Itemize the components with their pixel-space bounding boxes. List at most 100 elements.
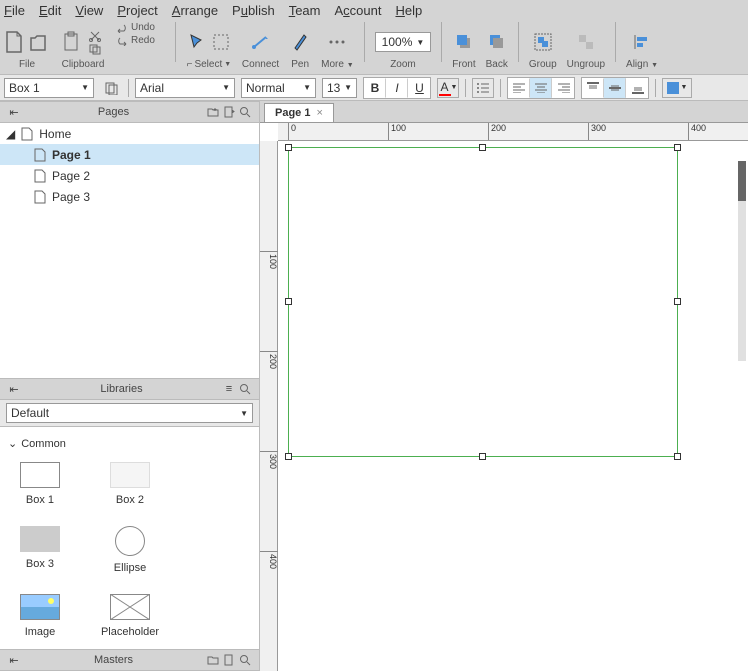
add-master-page-icon[interactable] (221, 652, 237, 668)
resize-handle-w[interactable] (285, 298, 292, 305)
menu-edit[interactable]: Edit (39, 3, 61, 18)
ungroup-icon (575, 31, 597, 53)
toolbar-clipboard-group: Clipboard (60, 22, 106, 70)
menu-view[interactable]: View (75, 3, 103, 18)
canvas-area: Page 1 × 0100200300400 100200300400 (260, 101, 748, 671)
library-item-box-1[interactable]: Box 1 (10, 462, 70, 506)
toolbar-more-group[interactable]: More ▼ (321, 22, 354, 70)
menu-file[interactable]: File (4, 3, 25, 18)
search-masters-icon[interactable] (237, 652, 253, 668)
format-toolbar: Box 1▼ Arial▼ Normal▼ 13▼ B I U A▼ ▼ (0, 75, 748, 101)
underline-button[interactable]: U (408, 78, 430, 98)
bold-button[interactable]: B (364, 78, 386, 98)
text-color-button[interactable]: A▼ (437, 78, 459, 98)
align-right-button[interactable] (552, 78, 574, 98)
selection-rectangle[interactable] (288, 147, 678, 457)
tree-page-item[interactable]: Page 1 (0, 144, 259, 165)
collapse-libs-icon[interactable]: ⇤ (6, 381, 22, 397)
group-icon (532, 31, 554, 53)
new-file-icon[interactable] (4, 31, 26, 53)
expand-icon: ◢ (6, 127, 15, 141)
scrollbar-thumb[interactable] (738, 161, 746, 201)
toolbar-file-label: File (19, 59, 35, 70)
zoom-dropdown[interactable]: 100%▼ (375, 32, 432, 52)
undo-button[interactable]: Undo (116, 22, 155, 33)
collapse-icon[interactable]: ⇤ (6, 104, 22, 120)
fill-color-button[interactable]: ▼ (662, 78, 692, 98)
library-item-placeholder[interactable]: Placeholder (100, 594, 160, 638)
main-toolbar: File Clipboard Undo Redo ⌐Select▼ Connec… (0, 20, 748, 75)
align-center-button[interactable] (530, 78, 552, 98)
menu-arrange[interactable]: Arrange (172, 3, 218, 18)
copy-icon[interactable] (84, 43, 106, 55)
collapse-masters-icon[interactable]: ⇤ (6, 652, 22, 668)
back-icon (486, 31, 508, 53)
page-tab[interactable]: Page 1 × (264, 103, 334, 122)
front-icon (453, 31, 475, 53)
page-icon (34, 190, 46, 204)
library-item-image[interactable]: Image (10, 594, 70, 638)
add-folder-icon[interactable] (205, 104, 221, 120)
search-libs-icon[interactable] (237, 381, 253, 397)
left-panel: ⇤ Pages ◢ Home Page 1Page 2Page 3 ⇤ Libr… (0, 101, 260, 671)
search-pages-icon[interactable] (237, 104, 253, 120)
resize-handle-e[interactable] (674, 298, 681, 305)
toolbar-connect-group[interactable]: Connect (242, 22, 279, 70)
menu-project[interactable]: Project (117, 3, 157, 18)
resize-handle-nw[interactable] (285, 144, 292, 151)
valign-top-button[interactable] (582, 78, 604, 98)
menu-account[interactable]: Account (335, 3, 382, 18)
add-master-icon[interactable] (205, 652, 221, 668)
resize-handle-s[interactable] (479, 453, 486, 460)
connect-icon (250, 31, 272, 53)
toolbar-ungroup-group[interactable]: Ungroup (567, 22, 605, 70)
bullet-list-button[interactable] (472, 78, 494, 98)
cut-icon[interactable] (84, 30, 106, 42)
italic-button[interactable]: I (386, 78, 408, 98)
resize-handle-n[interactable] (479, 144, 486, 151)
resize-handle-se[interactable] (674, 453, 681, 460)
font-size-dropdown[interactable]: 13▼ (322, 78, 357, 98)
menu-help[interactable]: Help (395, 3, 422, 18)
tree-page-item[interactable]: Page 2 (0, 165, 259, 186)
toolbar-group-group[interactable]: Group (529, 22, 557, 70)
lib-section-common[interactable]: ⌄Common (6, 433, 253, 454)
library-item-ellipse[interactable]: Ellipse (100, 526, 160, 574)
copy-style-icon[interactable] (100, 78, 122, 98)
paste-icon[interactable] (60, 31, 82, 53)
menu-publish[interactable]: Publish (232, 3, 275, 18)
ruler-vertical: 100200300400 (260, 141, 278, 671)
redo-button[interactable]: Redo (116, 35, 155, 46)
add-page-icon[interactable] (221, 104, 237, 120)
page-icon (34, 169, 46, 183)
resize-handle-ne[interactable] (674, 144, 681, 151)
pages-tree: ◢ Home Page 1Page 2Page 3 (0, 123, 259, 378)
toolbar-select-group[interactable]: ⌐Select▼ (186, 22, 232, 70)
library-dropdown[interactable]: Default▼ (6, 403, 253, 423)
toolbar-front-group[interactable]: Front (452, 22, 475, 70)
library-select-row: Default▼ (0, 400, 259, 427)
open-file-icon[interactable] (28, 31, 50, 53)
valign-middle-button[interactable] (604, 78, 626, 98)
toolbar-pen-group[interactable]: Pen (289, 22, 311, 70)
font-weight-dropdown[interactable]: Normal▼ (241, 78, 316, 98)
valign-bottom-button[interactable] (626, 78, 648, 98)
font-family-dropdown[interactable]: Arial▼ (135, 78, 235, 98)
toolbar-align-group[interactable]: Align ▼ (626, 22, 658, 70)
lib-menu-icon[interactable]: ≡ (221, 381, 237, 397)
align-left-button[interactable] (508, 78, 530, 98)
scrollbar-vertical[interactable] (738, 161, 746, 361)
tree-page-item[interactable]: Page 3 (0, 186, 259, 207)
menu-team[interactable]: Team (289, 3, 321, 18)
resize-handle-sw[interactable] (285, 453, 292, 460)
shape-name-dropdown[interactable]: Box 1▼ (4, 78, 94, 98)
page-icon (34, 148, 46, 162)
toolbar-clipboard-label: Clipboard (62, 59, 105, 70)
toolbar-file-group: File (4, 22, 50, 70)
library-item-box-2[interactable]: Box 2 (100, 462, 160, 506)
toolbar-back-group[interactable]: Back (486, 22, 508, 70)
canvas[interactable] (278, 141, 748, 671)
library-item-box-3[interactable]: Box 3 (10, 526, 70, 574)
close-tab-icon[interactable]: × (316, 107, 322, 119)
tree-root-home[interactable]: ◢ Home (0, 123, 259, 144)
